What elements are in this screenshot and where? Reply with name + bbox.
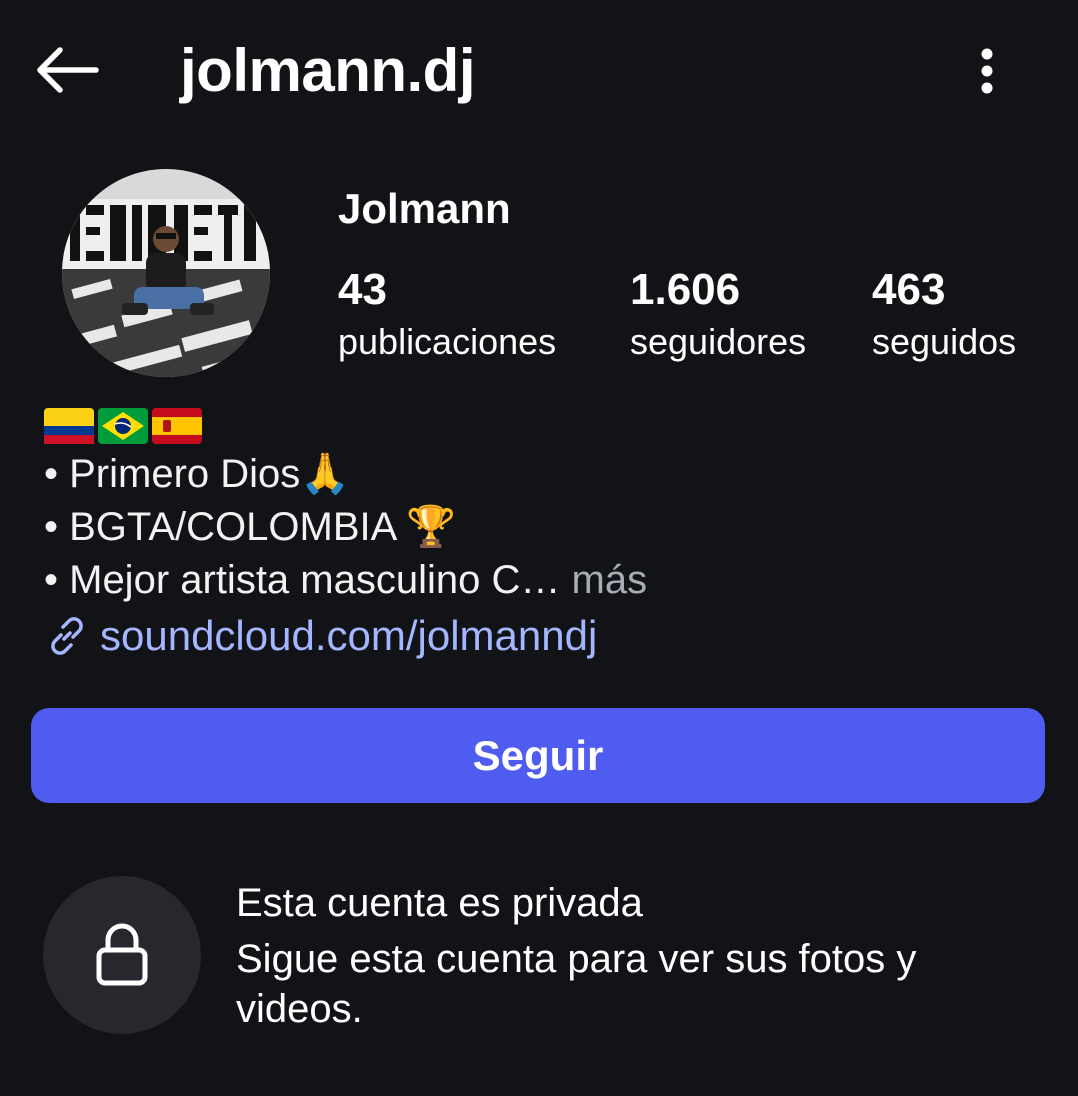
more-vertical-icon	[981, 48, 993, 94]
brazil-flag-icon	[98, 408, 148, 444]
bio-more-link[interactable]: más	[572, 558, 648, 602]
profile-avatar[interactable]	[62, 169, 270, 377]
bio-line: • Mejor artista masculino C… más	[44, 554, 1044, 607]
lock-icon	[96, 923, 148, 986]
stat-publicaciones: 43 publicaciones	[338, 264, 556, 364]
stat-label: publicaciones	[338, 321, 557, 362]
profile-display-name: Jolmann	[338, 185, 511, 232]
bio-link-text: soundcloud.com/jolmanndj	[100, 612, 598, 659]
arrow-left-icon	[37, 47, 99, 93]
bio-line: • Primero Dios🙏	[44, 452, 351, 496]
stat-seguidores[interactable]: 1.606 seguidores	[630, 264, 806, 364]
colombia-flag-icon	[44, 408, 94, 444]
stat-label: seguidos	[872, 321, 1017, 362]
private-account-description: Sigue esta cuenta para ver sus fotos y v…	[236, 937, 917, 1031]
private-account-title: Esta cuenta es privada	[236, 881, 643, 925]
bio-line: • BGTA/COLOMBIA 🏆	[44, 505, 457, 549]
profile-username: jolmann.dj	[180, 37, 476, 104]
stat-seguidos[interactable]: 463 seguidos	[872, 264, 1016, 364]
link-icon	[51, 617, 83, 655]
bio-external-link[interactable]: soundcloud.com/jolmanndj	[44, 609, 1044, 663]
private-account-badge	[43, 876, 201, 1034]
follow-button[interactable]: Seguir	[31, 708, 1045, 803]
bio-line-text: • Mejor artista masculino C…	[44, 558, 561, 602]
stat-value: 463	[872, 265, 946, 314]
profile-bio: • Primero Dios🙏 • BGTA/COLOMBIA 🏆 • Mejo…	[44, 404, 1044, 663]
spain-flag-icon	[152, 408, 202, 444]
bio-flags	[44, 404, 1044, 448]
more-options-button[interactable]	[958, 38, 1016, 104]
stat-value: 43	[338, 265, 387, 314]
stat-label: seguidores	[630, 321, 807, 362]
back-button[interactable]	[26, 38, 106, 102]
stat-value: 1.606	[630, 265, 741, 314]
avatar-photo	[62, 169, 270, 377]
